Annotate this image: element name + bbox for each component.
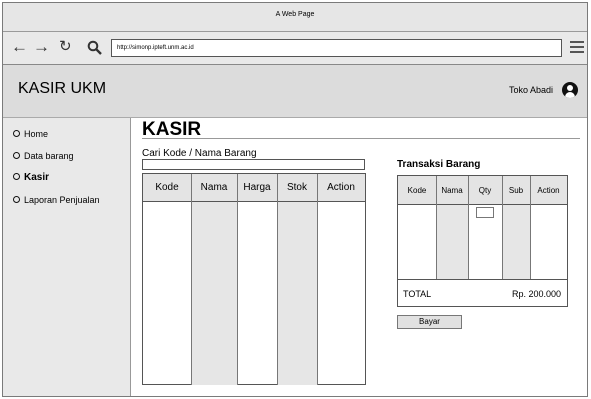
browser-toolbar: ← → ↻ http://simonp.ipteft.unm.ac.id [3,32,587,65]
reload-icon[interactable]: ↻ [59,38,72,56]
column-header-kode: Kode [155,182,179,193]
radio-icon [13,130,20,138]
search-input[interactable] [142,159,365,170]
browser-window: A Web Page ← → ↻ http://simonp.ipteft.un… [2,2,588,397]
column-header-stok: Stok [286,182,307,193]
table-column-fill [436,204,468,280]
column-header-qty: Qty [478,186,492,195]
menu-icon[interactable] [570,41,584,56]
user-name: Toko Abadi [509,85,554,95]
column-divider [436,176,437,280]
sidebar-item-label: Data barang [24,151,74,161]
column-header-action: Action [537,186,560,195]
column-header-action: Action [327,182,355,193]
sidebar-item-label: Home [24,129,49,139]
sidebar-item-kasir[interactable]: Kasir [13,172,49,183]
column-divider [277,174,278,385]
table-column-fill [191,201,237,385]
column-header-harga: Harga [243,182,271,193]
radio-icon [13,196,20,204]
app-header: KASIR UKM Toko Abadi [3,65,587,118]
items-table: Kode Nama Harga Stok Action [142,173,366,385]
bayar-button[interactable]: Bayar [397,315,462,329]
column-divider [502,176,503,280]
column-divider [237,174,238,385]
app-title: KASIR UKM [18,80,107,97]
search-label: Cari Kode / Nama Barang [142,148,257,159]
sidebar: Home Data barang Kasir Laporan Penjualan [3,118,131,396]
transaction-title: Transaksi Barang [397,159,481,170]
radio-icon [13,172,20,180]
sidebar-item-home[interactable]: Home [13,129,48,139]
column-header-sub: Sub [508,186,524,195]
url-text: http://simonp.ipteft.unm.ac.id [117,45,194,51]
forward-arrow-icon[interactable]: → [33,38,50,56]
total-row: TOTAL Rp. 200.000 [397,279,567,307]
user-avatar-icon[interactable] [562,82,578,98]
column-divider [530,176,531,280]
table-column-fill [277,201,317,385]
window-title: A Web Page [275,11,315,18]
search-icon[interactable] [87,40,102,60]
column-divider [317,174,318,385]
transaction-table-header: Kode Nama Qty Sub Action [398,176,567,205]
title-divider [142,138,580,139]
column-header-nama: Nama [441,186,463,195]
column-header-nama: Nama [200,182,228,193]
sidebar-item-label: Laporan Penjualan [24,195,100,205]
back-arrow-icon[interactable]: ← [11,38,28,56]
total-label: TOTAL [403,289,432,299]
sidebar-item-laporan-penjualan[interactable]: Laporan Penjualan [13,195,100,205]
qty-input[interactable] [476,207,494,218]
url-bar[interactable]: http://simonp.ipteft.unm.ac.id [111,39,562,57]
total-value: Rp. 200.000 [511,289,561,299]
sidebar-item-label: Kasir [24,172,50,183]
window-title-bar: A Web Page [3,3,587,32]
column-header-kode: Kode [407,186,427,195]
column-divider [468,176,469,280]
items-table-header: Kode Nama Harga Stok Action [143,174,365,202]
sidebar-item-data-barang[interactable]: Data barang [13,151,74,161]
column-divider [191,174,192,385]
table-column-fill [502,204,530,280]
radio-icon [13,152,20,160]
